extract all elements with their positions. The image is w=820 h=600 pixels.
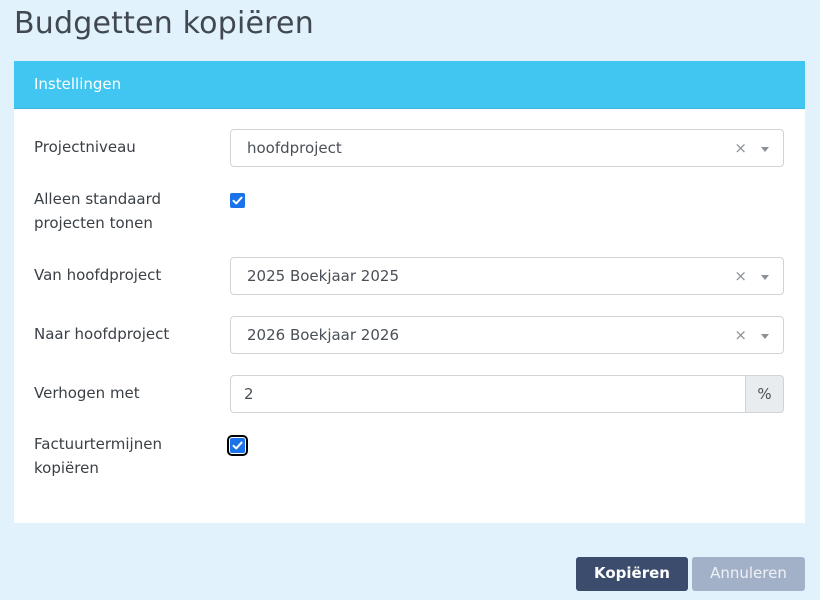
factuurtermijnen-label-line1: Factuurtermijnen: [34, 435, 162, 453]
van-hoofdproject-value: 2025 Boekjaar 2025: [247, 267, 399, 285]
page-title: Budgetten kopiëren: [14, 6, 314, 41]
percent-addon: %: [745, 375, 784, 413]
factuurtermijnen-label-line2: kopiëren: [34, 459, 99, 477]
alleen-standaard-checkbox[interactable]: [230, 193, 245, 208]
van-hoofdproject-label: Van hoofdproject: [34, 266, 162, 284]
checkmark-icon: [232, 441, 243, 450]
projectniveau-clear-icon[interactable]: ×: [734, 139, 747, 157]
verhogen-met-group: 2 %: [230, 375, 784, 413]
projectniveau-value: hoofdproject: [247, 139, 342, 157]
copy-button[interactable]: Kopiëren: [576, 557, 688, 591]
alleen-standaard-label: Alleen standaard projecten tonen: [34, 187, 161, 235]
projectniveau-select[interactable]: hoofdproject ×: [230, 129, 784, 167]
alleen-standaard-label-line1: Alleen standaard: [34, 190, 162, 208]
factuurtermijnen-label: Factuurtermijnen kopiëren: [34, 432, 162, 480]
chevron-down-icon[interactable]: [761, 147, 769, 152]
cancel-button[interactable]: Annuleren: [692, 557, 805, 591]
verhogen-met-label: Verhogen met: [34, 384, 140, 402]
alleen-standaard-label-line2: projecten tonen: [34, 214, 153, 232]
naar-hoofdproject-select[interactable]: 2026 Boekjaar 2026 ×: [230, 316, 784, 354]
van-hoofdproject-select[interactable]: 2025 Boekjaar 2025 ×: [230, 257, 784, 295]
projectniveau-label: Projectniveau: [34, 138, 136, 156]
verhogen-met-input[interactable]: 2: [230, 375, 746, 413]
naar-hoofdproject-label: Naar hoofdproject: [34, 325, 170, 343]
factuurtermijnen-checkbox[interactable]: [227, 435, 248, 456]
settings-panel: Instellingen Projectniveau hoofdproject …: [14, 61, 805, 523]
checkmark-icon: [232, 196, 243, 205]
panel-header: Instellingen: [14, 61, 805, 109]
naar-hoofdproject-value: 2026 Boekjaar 2026: [247, 326, 399, 344]
chevron-down-icon[interactable]: [761, 275, 769, 280]
chevron-down-icon[interactable]: [761, 334, 769, 339]
van-hoofdproject-clear-icon[interactable]: ×: [734, 267, 747, 285]
naar-hoofdproject-clear-icon[interactable]: ×: [734, 326, 747, 344]
